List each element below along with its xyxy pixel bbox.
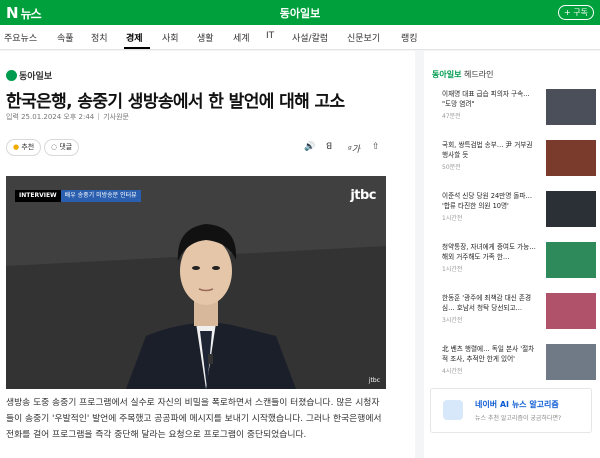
headline-thumbnail <box>546 140 596 176</box>
press-logo-text: 동아일보 <box>19 72 53 82</box>
headline-item[interactable]: 이준석 신당 당원 24만명 돌파… '합류 타진한 의원 10명' 1시간전 <box>442 191 596 241</box>
headline-item[interactable]: 청약통장, 자녀에게 증여도 가능… 해외 거주해도 가족 한… 1시간전 <box>442 242 596 292</box>
nav-item[interactable]: 주요뉴스 <box>4 31 37 44</box>
press-name[interactable]: 동아일보 <box>0 5 600 21</box>
headline-time: 4시간전 <box>442 368 463 375</box>
meta-divider <box>98 113 100 120</box>
headline-thumbnail <box>546 191 596 227</box>
sidebar-title: 헤드라인 <box>464 70 494 79</box>
nav-item[interactable]: 사설/칼럼 <box>292 31 328 44</box>
nav-active-underline <box>124 47 150 49</box>
ai-banner-title: 네이버 AI 뉴스 알고리즘 <box>475 400 559 409</box>
headline-title: 이재명 대표 급습 피의자 구속… "도망 염려" <box>442 90 530 108</box>
comment-icon: ◌ <box>51 143 58 151</box>
section-nav: 주요뉴스 속풀 정치 경제 사회 생활 세계 IT 사설/칼럼 신문보기 랭킹 <box>0 25 600 50</box>
ai-algorithm-banner[interactable]: 네이버 AI 뉴스 알고리즘 뉴스 추천 알고리즘이 궁금하다면? <box>430 388 592 433</box>
source-link[interactable]: 기사원문 <box>103 113 129 121</box>
press-logo[interactable]: 동아일보 <box>6 69 52 82</box>
nav-item[interactable]: 생활 <box>197 31 214 44</box>
headline-title: 한동훈 '광주에 죄책감 대신 존경심… 호남서 청탁 당선되고… <box>442 294 532 312</box>
share-icon[interactable]: ⇧ <box>372 142 380 152</box>
headline-thumbnail <box>546 344 596 380</box>
headline-item[interactable]: 이재명 대표 급습 피의자 구속… "도망 염려" 47분전 <box>442 89 596 139</box>
article-body: 생방송 도중 송중기 프로그램에서 실수로 자신의 비밀을 폭로하면서 스캔들이… <box>6 398 382 440</box>
headline-thumbnail <box>546 293 596 329</box>
interview-caption: INTERVIEW 배우 송중기 미방송분 인터뷰 <box>15 190 141 202</box>
headline-title: 北 벤츠 행렬에… 독일 본사 '절차적 조사, 추적안 한게 있어' <box>442 345 535 363</box>
jtbc-logo: jtbc <box>350 188 376 203</box>
comment-button[interactable]: ◌ 댓글 <box>44 139 80 156</box>
video-frame <box>6 176 386 389</box>
nav-item[interactable]: 속풀 <box>57 31 74 44</box>
ai-icon <box>443 400 463 420</box>
font-size-icon[interactable]: ꓭ <box>326 142 332 152</box>
ai-banner-desc: 뉴스 추천 알고리즘이 궁금하다면? <box>475 415 562 422</box>
press-logo-icon <box>6 70 17 81</box>
comment-label: 댓글 <box>59 143 73 151</box>
recommend-icon: ● <box>13 143 20 151</box>
headline-time: 1시간전 <box>442 215 463 222</box>
headline-time: 50분전 <box>442 164 461 171</box>
headline-item[interactable]: 한동훈 '광주에 죄책감 대신 존경심… 호남서 청탁 당선되고… 3시간전 <box>442 293 596 343</box>
nav-item[interactable]: 신문보기 <box>347 31 380 44</box>
sidebar-press[interactable]: 동아일보 <box>432 70 461 79</box>
jtbc-watermark: jtbc <box>366 376 382 385</box>
article-meta: 입력 25.01.2024 오후 2:44 기사원문 <box>6 112 129 122</box>
article-date: 입력 25.01.2024 오후 2:44 <box>6 113 95 121</box>
recommend-button[interactable]: ● 추천 <box>6 139 42 156</box>
subscribe-button[interactable]: + 구독 <box>558 5 594 20</box>
headline-title: 국회, 쌍특검법 송부… 尹 거부권 행사할 듯 <box>442 141 533 159</box>
headline-title: 청약통장, 자녀에게 증여도 가능… 해외 거주해도 가족 한… <box>442 243 536 261</box>
article-title: 한국은행, 송중기 생방송에서 한 발언에 대해 고소 <box>6 92 345 112</box>
nav-item[interactable]: 경제 <box>126 31 143 44</box>
top-bar: N 뉴스 동아일보 + 구독 <box>0 0 600 25</box>
interview-text: 배우 송중기 미방송분 인터뷰 <box>60 190 141 202</box>
nav-item[interactable]: 정치 <box>91 31 108 44</box>
nav-item[interactable]: 랭킹 <box>401 31 418 44</box>
headline-thumbnail <box>546 89 596 125</box>
headline-item[interactable]: 국회, 쌍특검법 송부… 尹 거부권 행사할 듯 50분전 <box>442 140 596 190</box>
nav-item[interactable]: 세계 <box>233 31 250 44</box>
headline-thumbnail <box>546 242 596 278</box>
article-area: 동아일보 한국은행, 송중기 생방송에서 한 발언에 대해 고소 입력 25.0… <box>0 51 415 458</box>
video-player[interactable]: INTERVIEW 배우 송중기 미방송분 인터뷰 jtbc jtbc <box>6 176 386 389</box>
audio-icon[interactable]: 🔊 <box>304 142 315 152</box>
nav-item[interactable]: IT <box>266 31 274 41</box>
sidebar-heading: 동아일보 헤드라인 <box>432 69 493 80</box>
recommend-label: 추천 <box>21 143 35 151</box>
headline-time: 47분전 <box>442 113 461 120</box>
headline-title: 이준석 신당 당원 24만명 돌파… '합류 타진한 의원 10명' <box>442 192 533 210</box>
headline-time: 3시간전 <box>442 317 463 324</box>
interview-tag: INTERVIEW <box>15 190 61 202</box>
headline-item[interactable]: 北 벤츠 행렬에… 독일 본사 '절차적 조사, 추적안 한게 있어' 4시간전 <box>442 344 596 394</box>
headline-time: 1시간전 <box>442 266 463 273</box>
nav-item[interactable]: 사회 <box>162 31 179 44</box>
text-size-icon[interactable]: ᵍ가 <box>348 142 360 155</box>
